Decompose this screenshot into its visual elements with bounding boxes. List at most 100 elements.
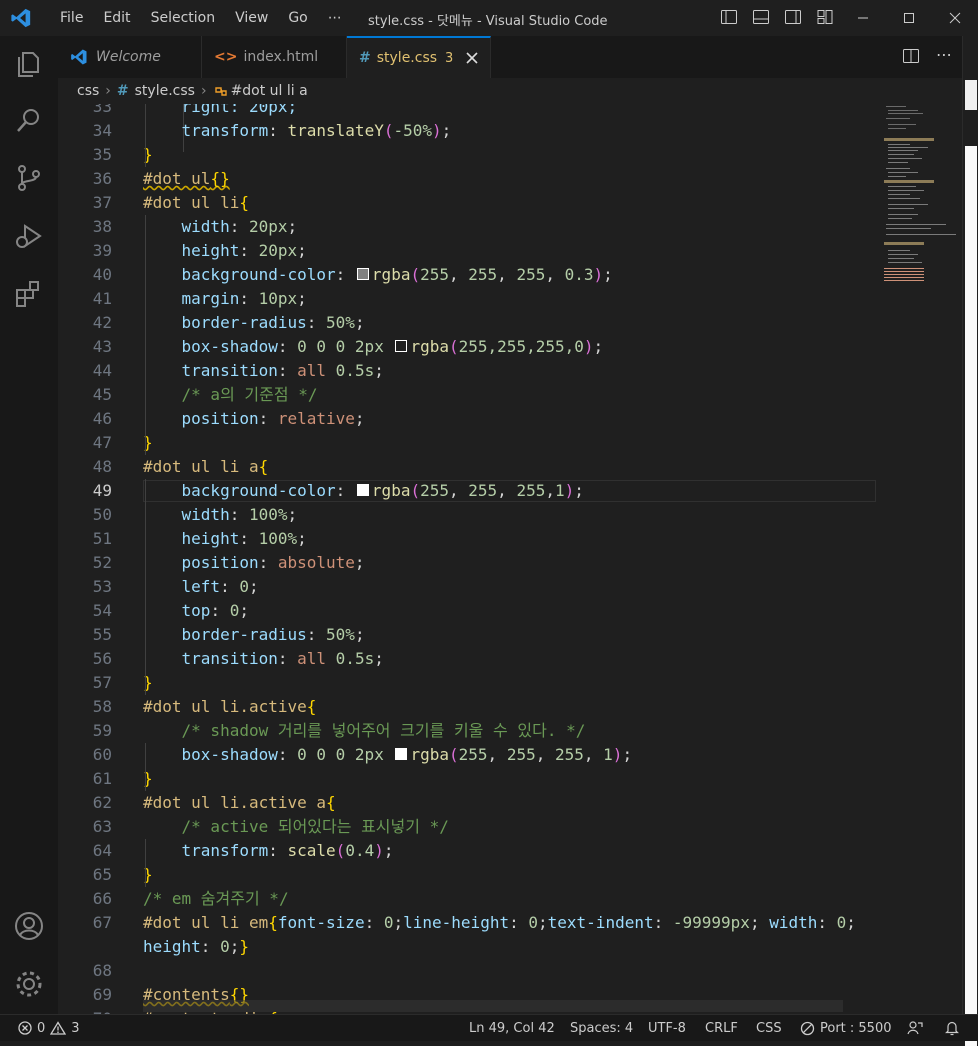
code-line[interactable]: 62 #dot ul li.active a{	[58, 791, 878, 815]
code-line[interactable]: 65}	[58, 863, 878, 887]
minimize-button[interactable]	[840, 0, 886, 36]
line-number: 33	[92, 104, 112, 116]
menu-view[interactable]: View	[225, 10, 278, 26]
code-text: width: 20px;	[143, 215, 298, 239]
code-token: {	[268, 913, 278, 932]
code-line[interactable]: 60 box-shadow: 0 0 0 2px rgba(255, 255, …	[58, 743, 878, 767]
code-line[interactable]: 44 transition: all 0.5s;	[58, 359, 878, 383]
toggle-panel-icon[interactable]	[752, 8, 770, 26]
code-line[interactable]: 48 #dot ul li a{	[58, 455, 878, 479]
live-server-port[interactable]: Port : 5500	[800, 1021, 892, 1036]
code-line[interactable]: 49 background-color: rgba(255, 255, 255,…	[58, 479, 878, 503]
code-line[interactable]: 58 #dot ul li.active{	[58, 695, 878, 719]
language-mode[interactable]: CSS	[756, 1021, 782, 1036]
menu-go[interactable]: Go	[278, 10, 317, 26]
tab-style-css[interactable]: # style.css 3	[347, 36, 491, 78]
code-line[interactable]: 64 transform: scale(0.4);	[58, 839, 878, 863]
color-swatch[interactable]	[356, 484, 369, 496]
settings-gear-icon[interactable]	[13, 968, 45, 1000]
code-line[interactable]: 37 #dot ul li{	[58, 191, 878, 215]
horizontal-scrollbar[interactable]	[143, 1000, 843, 1012]
code-token: ;	[538, 913, 548, 932]
code-token: 1	[554, 481, 565, 500]
code-line[interactable]: 50 width: 100%;	[58, 503, 878, 527]
code-line[interactable]: height: 0;}	[58, 935, 878, 959]
code-line[interactable]: 68	[58, 959, 878, 983]
toggle-primary-sidebar-icon[interactable]	[720, 8, 738, 26]
extensions-icon[interactable]	[13, 278, 45, 310]
problems-status[interactable]: 0 3	[18, 1021, 80, 1036]
close-window-button[interactable]	[932, 0, 978, 36]
vertical-scrollbar[interactable]	[962, 36, 978, 1046]
code-line[interactable]: 59 /* shadow 거리를 넣어주어 크기를 키울 수 있다. */	[58, 719, 878, 743]
search-icon[interactable]	[13, 104, 45, 136]
code-line[interactable]: 39 height: 20px;	[58, 239, 878, 263]
split-editor-icon[interactable]	[902, 47, 920, 65]
customize-layout-icon[interactable]	[816, 8, 834, 26]
code-token: text-indent	[547, 913, 654, 932]
minimap[interactable]	[878, 104, 962, 1014]
code-line[interactable]: 55 border-radius: 50%;	[58, 623, 878, 647]
code-token: ,	[449, 265, 469, 284]
code-token: /* active 되어있다는 표시넣기 */	[143, 817, 449, 836]
maximize-button[interactable]	[886, 0, 932, 36]
end-of-line[interactable]: CRLF	[705, 1021, 738, 1036]
code-token: box-shadow	[143, 745, 278, 764]
notifications-bell-icon[interactable]	[944, 1020, 960, 1036]
code-line[interactable]: 40 background-color: rgba(255, 255, 255,…	[58, 263, 878, 287]
code-line[interactable]: 46 position: relative;	[58, 407, 878, 431]
vscode-logo-icon[interactable]	[10, 7, 32, 29]
run-and-debug-icon[interactable]	[13, 220, 45, 252]
tab-index-html[interactable]: <> index.html	[202, 36, 347, 78]
code-line[interactable]: 53 left: 0;	[58, 575, 878, 599]
cursor-position[interactable]: Ln 49, Col 42	[469, 1021, 555, 1036]
source-control-icon[interactable]	[13, 162, 45, 194]
color-swatch[interactable]	[395, 340, 408, 352]
code-token: ;	[622, 745, 633, 764]
code-line[interactable]: 45 /* a의 기준점 */	[58, 383, 878, 407]
breadcrumb-symbol[interactable]: #dot ul li a	[231, 83, 308, 99]
code-line[interactable]: 42 border-radius: 50%;	[58, 311, 878, 335]
code-token: 1	[603, 745, 613, 764]
color-swatch[interactable]	[395, 748, 408, 760]
code-line[interactable]: 63 /* active 되어있다는 표시넣기 */	[58, 815, 878, 839]
code-line[interactable]: 54 top: 0;	[58, 599, 878, 623]
code-line[interactable]: 57}	[58, 671, 878, 695]
code-line[interactable]: 43 box-shadow: 0 0 0 2px rgba(255,255,25…	[58, 335, 878, 359]
close-tab-icon[interactable]	[465, 51, 479, 65]
code-line[interactable]: 52 position: absolute;	[58, 551, 878, 575]
code-line[interactable]: 36 #dot ul{}	[58, 167, 878, 191]
code-editor[interactable]: 33 right: 20px; 34 transform: translateY(…	[58, 104, 878, 1014]
toggle-secondary-sidebar-icon[interactable]	[784, 8, 802, 26]
code-token: 0.5s	[335, 361, 375, 380]
code-line[interactable]: 66 /* em 숨겨주기 */	[58, 887, 878, 911]
color-swatch[interactable]	[356, 268, 369, 280]
code-line[interactable]: 67 #dot ul li em{font-size: 0;line-height…	[58, 911, 878, 935]
code-line[interactable]: 34 transform: translateY(-50%);	[58, 119, 878, 143]
menu-file[interactable]: File	[50, 10, 93, 26]
indentation[interactable]: Spaces: 4	[570, 1021, 633, 1036]
code-line[interactable]: 61}	[58, 767, 878, 791]
breadcrumb-file[interactable]: style.css	[135, 83, 195, 99]
code-line[interactable]: 47}	[58, 431, 878, 455]
code-line[interactable]: 56 transition: all 0.5s;	[58, 647, 878, 671]
menu-more[interactable]: ⋯	[318, 10, 352, 26]
accounts-icon[interactable]	[13, 910, 45, 942]
feedback-icon[interactable]	[906, 1020, 924, 1036]
code-line[interactable]: 38 width: 20px;	[58, 215, 878, 239]
breadcrumb-folder[interactable]: css	[77, 83, 99, 99]
more-actions-icon[interactable]: ⋯	[936, 47, 952, 65]
explorer-icon[interactable]	[13, 48, 45, 80]
scrollbar-thumb[interactable]	[965, 80, 977, 110]
code-token: ,	[487, 745, 507, 764]
menu-edit[interactable]: Edit	[93, 10, 140, 26]
menu-selection[interactable]: Selection	[141, 10, 226, 26]
tab-welcome[interactable]: Welcome	[58, 36, 202, 78]
code-line[interactable]: 41 margin: 10px;	[58, 287, 878, 311]
code-token: :	[364, 913, 384, 932]
code-line[interactable]: 35}	[58, 143, 878, 167]
code-line[interactable]: 33 right: 20px;	[58, 104, 878, 119]
code-line[interactable]: 51 height: 100%;	[58, 527, 878, 551]
encoding[interactable]: UTF-8	[648, 1021, 686, 1036]
code-token: :	[277, 649, 298, 668]
